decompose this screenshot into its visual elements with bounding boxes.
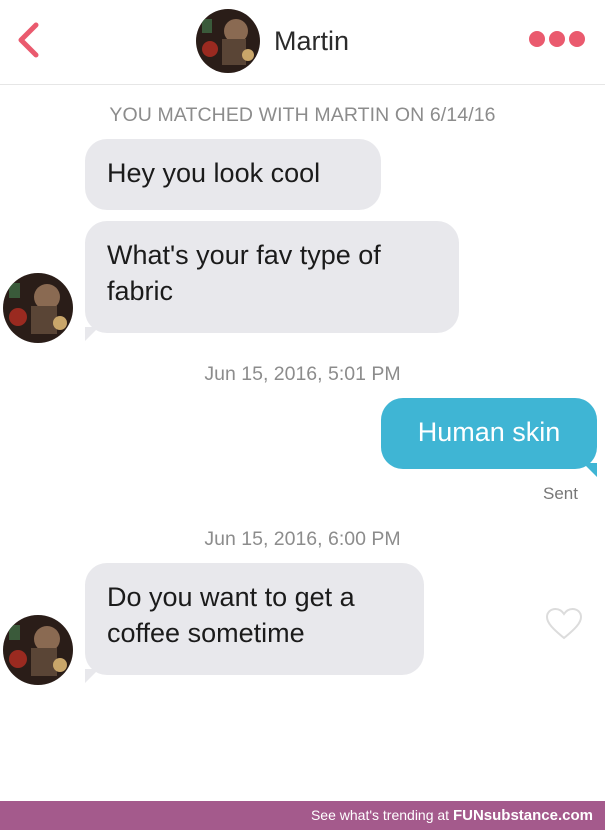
message-text: Human skin xyxy=(417,417,561,447)
bubble-tail xyxy=(583,463,597,477)
message-bubble-incoming[interactable]: What's your fav type of fabric xyxy=(85,221,459,333)
message-timestamp: Jun 15, 2016, 6:00 PM xyxy=(204,528,401,550)
more-options-icon xyxy=(529,31,585,47)
chevron-left-icon xyxy=(18,22,39,58)
watermark-brand-rest: substance.com xyxy=(483,807,593,824)
heart-icon xyxy=(545,607,583,640)
message-text-line: What's your fav type of xyxy=(107,240,381,270)
message-text-line: Do you want to get a xyxy=(107,582,355,612)
bubble-tail xyxy=(85,327,99,341)
contact-avatar-small[interactable] xyxy=(3,615,73,685)
message-text: Hey you look cool xyxy=(107,158,321,188)
watermark-text: See what's trending at FUNsubstance.com xyxy=(311,807,593,824)
message-text-line: coffee sometime xyxy=(107,618,305,648)
watermark-bar: See what's trending at FUNsubstance.com xyxy=(0,801,605,830)
like-button[interactable] xyxy=(545,607,583,641)
message-timestamp: Jun 15, 2016, 5:01 PM xyxy=(204,363,401,385)
message-bubble-incoming[interactable]: Do you want to get a coffee sometime xyxy=(85,563,424,675)
message-text-line: fabric xyxy=(107,276,174,306)
delivery-status: Sent xyxy=(543,484,578,503)
contact-avatar[interactable] xyxy=(196,9,260,73)
contact-name[interactable]: Martin xyxy=(274,26,349,57)
bubble-tail xyxy=(85,669,99,683)
match-banner: YOU MATCHED WITH MARTIN ON 6/14/16 xyxy=(109,104,496,126)
watermark-brand-bold: FUN xyxy=(452,807,484,824)
back-button[interactable] xyxy=(8,18,48,62)
chat-header: Martin xyxy=(0,0,605,85)
message-bubble-incoming[interactable]: Hey you look cool xyxy=(85,139,381,210)
contact-avatar-small[interactable] xyxy=(3,273,73,343)
more-options-button[interactable] xyxy=(526,26,588,52)
watermark-prefix: See what's trending at xyxy=(310,807,453,823)
message-bubble-outgoing[interactable]: Human skin xyxy=(381,398,597,469)
